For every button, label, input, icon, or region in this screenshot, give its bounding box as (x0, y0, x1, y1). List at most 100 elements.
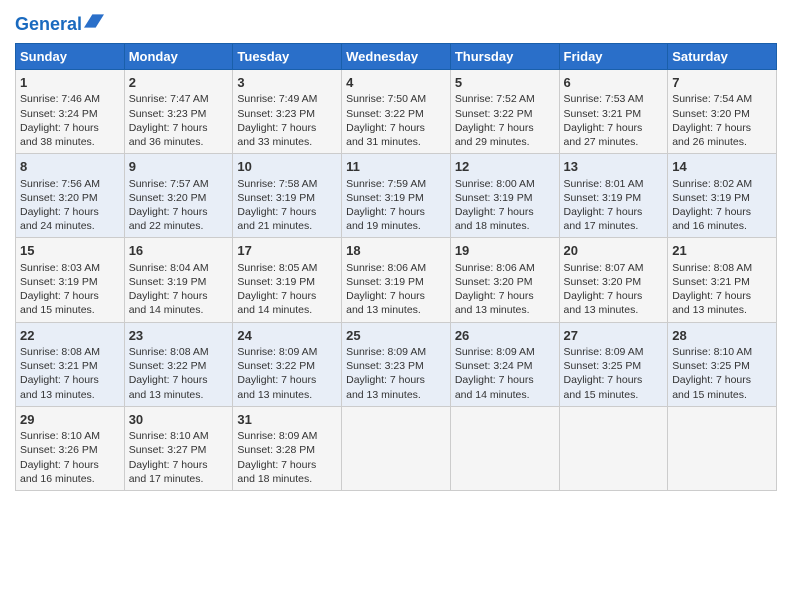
day-info: Sunset: 3:22 PM (346, 107, 446, 121)
day-info: Sunset: 3:28 PM (237, 443, 337, 457)
day-info: Sunrise: 8:03 AM (20, 261, 120, 275)
day-number: 19 (455, 242, 555, 260)
day-cell: 28Sunrise: 8:10 AMSunset: 3:25 PMDayligh… (668, 322, 777, 406)
day-cell: 4Sunrise: 7:50 AMSunset: 3:22 PMDaylight… (342, 69, 451, 153)
day-info: Sunrise: 7:58 AM (237, 177, 337, 191)
day-cell: 1Sunrise: 7:46 AMSunset: 3:24 PMDaylight… (16, 69, 125, 153)
col-header-tuesday: Tuesday (233, 43, 342, 69)
day-info: Sunrise: 7:46 AM (20, 92, 120, 106)
day-info: and 36 minutes. (129, 135, 229, 149)
day-info: Sunrise: 7:56 AM (20, 177, 120, 191)
day-info: Daylight: 7 hours (564, 121, 664, 135)
day-info: and 14 minutes. (129, 303, 229, 317)
day-cell: 29Sunrise: 8:10 AMSunset: 3:26 PMDayligh… (16, 406, 125, 490)
day-cell: 14Sunrise: 8:02 AMSunset: 3:19 PMDayligh… (668, 154, 777, 238)
day-info: Daylight: 7 hours (20, 458, 120, 472)
calendar-table: SundayMondayTuesdayWednesdayThursdayFrid… (15, 43, 777, 491)
day-cell: 6Sunrise: 7:53 AMSunset: 3:21 PMDaylight… (559, 69, 668, 153)
day-info: and 38 minutes. (20, 135, 120, 149)
day-cell: 21Sunrise: 8:08 AMSunset: 3:21 PMDayligh… (668, 238, 777, 322)
day-info: Sunset: 3:19 PM (346, 191, 446, 205)
day-info: Daylight: 7 hours (20, 205, 120, 219)
day-cell: 17Sunrise: 8:05 AMSunset: 3:19 PMDayligh… (233, 238, 342, 322)
header-row: SundayMondayTuesdayWednesdayThursdayFrid… (16, 43, 777, 69)
day-info: Sunrise: 8:10 AM (20, 429, 120, 443)
day-number: 8 (20, 158, 120, 176)
day-info: Sunset: 3:20 PM (129, 191, 229, 205)
day-cell: 20Sunrise: 8:07 AMSunset: 3:20 PMDayligh… (559, 238, 668, 322)
day-cell: 10Sunrise: 7:58 AMSunset: 3:19 PMDayligh… (233, 154, 342, 238)
day-info: Sunset: 3:23 PM (346, 359, 446, 373)
day-cell: 3Sunrise: 7:49 AMSunset: 3:23 PMDaylight… (233, 69, 342, 153)
day-info: Sunset: 3:19 PM (564, 191, 664, 205)
day-info: Sunset: 3:19 PM (346, 275, 446, 289)
day-info: and 15 minutes. (20, 303, 120, 317)
day-number: 20 (564, 242, 664, 260)
logo-icon (84, 14, 104, 28)
day-cell: 26Sunrise: 8:09 AMSunset: 3:24 PMDayligh… (450, 322, 559, 406)
day-info: Daylight: 7 hours (455, 373, 555, 387)
day-info: Sunrise: 8:09 AM (237, 345, 337, 359)
day-info: Daylight: 7 hours (564, 289, 664, 303)
day-cell: 16Sunrise: 8:04 AMSunset: 3:19 PMDayligh… (124, 238, 233, 322)
day-info: and 19 minutes. (346, 219, 446, 233)
week-row-4: 22Sunrise: 8:08 AMSunset: 3:21 PMDayligh… (16, 322, 777, 406)
col-header-thursday: Thursday (450, 43, 559, 69)
day-info: Sunrise: 7:54 AM (672, 92, 772, 106)
day-info: Sunrise: 8:09 AM (564, 345, 664, 359)
day-info: Sunset: 3:22 PM (237, 359, 337, 373)
day-info: Daylight: 7 hours (564, 373, 664, 387)
day-info: Sunrise: 8:08 AM (20, 345, 120, 359)
day-number: 5 (455, 74, 555, 92)
day-cell: 15Sunrise: 8:03 AMSunset: 3:19 PMDayligh… (16, 238, 125, 322)
day-number: 25 (346, 327, 446, 345)
day-info: Daylight: 7 hours (346, 373, 446, 387)
day-number: 9 (129, 158, 229, 176)
day-number: 14 (672, 158, 772, 176)
day-number: 21 (672, 242, 772, 260)
day-info: and 18 minutes. (455, 219, 555, 233)
day-info: and 18 minutes. (237, 472, 337, 486)
day-info: Daylight: 7 hours (237, 205, 337, 219)
day-info: Sunset: 3:23 PM (129, 107, 229, 121)
day-info: Daylight: 7 hours (237, 289, 337, 303)
week-row-1: 1Sunrise: 7:46 AMSunset: 3:24 PMDaylight… (16, 69, 777, 153)
day-info: Sunset: 3:19 PM (129, 275, 229, 289)
day-info: Sunset: 3:21 PM (564, 107, 664, 121)
day-cell: 27Sunrise: 8:09 AMSunset: 3:25 PMDayligh… (559, 322, 668, 406)
day-number: 27 (564, 327, 664, 345)
day-number: 31 (237, 411, 337, 429)
day-info: Daylight: 7 hours (672, 121, 772, 135)
day-info: and 17 minutes. (564, 219, 664, 233)
day-cell (559, 406, 668, 490)
day-info: and 13 minutes. (129, 388, 229, 402)
day-info: Sunset: 3:26 PM (20, 443, 120, 457)
day-info: Sunrise: 7:47 AM (129, 92, 229, 106)
day-cell: 22Sunrise: 8:08 AMSunset: 3:21 PMDayligh… (16, 322, 125, 406)
day-number: 10 (237, 158, 337, 176)
day-number: 4 (346, 74, 446, 92)
day-info: Sunrise: 8:10 AM (672, 345, 772, 359)
day-info: Daylight: 7 hours (20, 289, 120, 303)
day-cell: 31Sunrise: 8:09 AMSunset: 3:28 PMDayligh… (233, 406, 342, 490)
day-info: Daylight: 7 hours (129, 205, 229, 219)
day-info: and 27 minutes. (564, 135, 664, 149)
day-info: Sunset: 3:20 PM (564, 275, 664, 289)
day-info: Sunrise: 7:49 AM (237, 92, 337, 106)
day-cell (450, 406, 559, 490)
header: General (15, 15, 777, 33)
col-header-monday: Monday (124, 43, 233, 69)
day-info: and 15 minutes. (672, 388, 772, 402)
col-header-sunday: Sunday (16, 43, 125, 69)
day-info: Sunrise: 8:08 AM (129, 345, 229, 359)
week-row-2: 8Sunrise: 7:56 AMSunset: 3:20 PMDaylight… (16, 154, 777, 238)
day-info: Sunset: 3:21 PM (672, 275, 772, 289)
day-info: and 13 minutes. (346, 303, 446, 317)
day-info: Sunset: 3:20 PM (20, 191, 120, 205)
day-cell: 18Sunrise: 8:06 AMSunset: 3:19 PMDayligh… (342, 238, 451, 322)
day-number: 29 (20, 411, 120, 429)
day-info: Sunset: 3:21 PM (20, 359, 120, 373)
day-info: Daylight: 7 hours (129, 121, 229, 135)
day-info: Daylight: 7 hours (129, 289, 229, 303)
day-info: and 29 minutes. (455, 135, 555, 149)
